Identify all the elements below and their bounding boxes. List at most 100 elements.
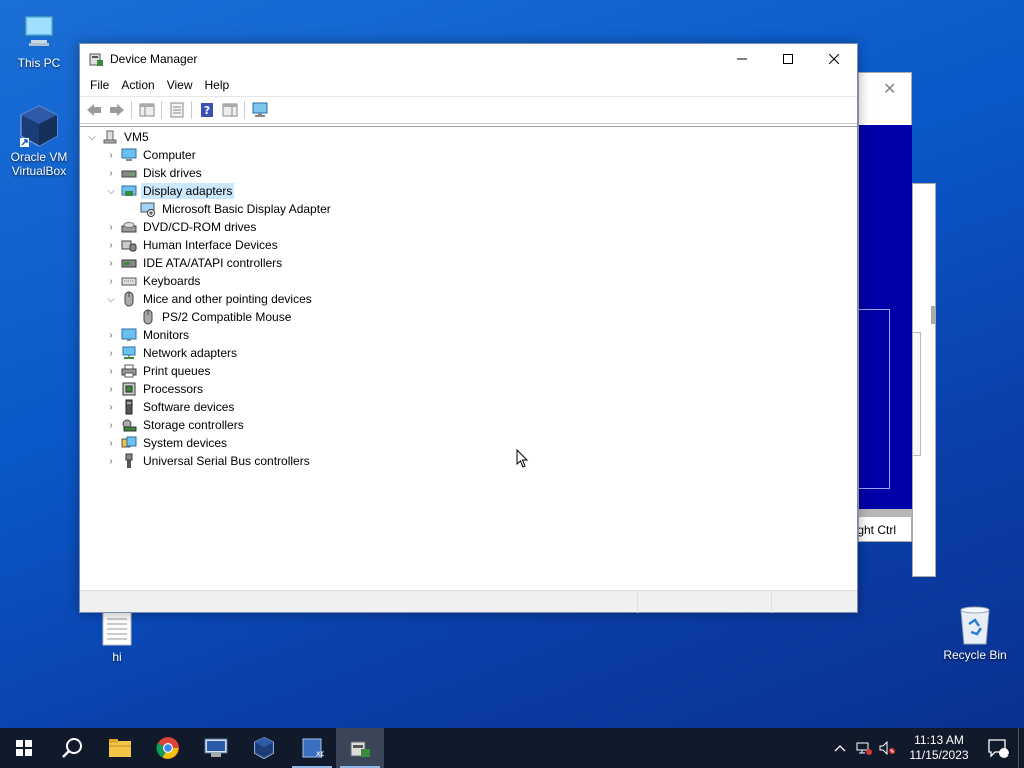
tree-item-print-queues[interactable]: › Print queues bbox=[105, 362, 212, 380]
search-button[interactable] bbox=[48, 728, 96, 768]
close-button[interactable] bbox=[811, 44, 857, 74]
tree-item-dvd-cd-rom-drives[interactable]: › DVD/CD-ROM drives bbox=[105, 218, 258, 236]
scan-hardware-icon[interactable] bbox=[248, 99, 271, 121]
menu-action[interactable]: Action bbox=[115, 74, 160, 96]
status-bar bbox=[80, 590, 857, 613]
chrome-icon bbox=[156, 737, 179, 759]
title-bar[interactable]: Device Manager bbox=[80, 44, 857, 74]
chevron-down-icon[interactable]: ⌵ bbox=[105, 182, 117, 200]
tree-root[interactable]: ⌵ VM5 bbox=[86, 128, 151, 146]
chevron-right-icon[interactable]: › bbox=[105, 164, 117, 182]
tree-item-monitors[interactable]: › Monitors bbox=[105, 326, 191, 344]
chevron-right-icon[interactable]: › bbox=[105, 146, 117, 164]
chevron-right-icon[interactable]: › bbox=[105, 434, 117, 452]
tree-item-processors[interactable]: › Processors bbox=[105, 380, 205, 398]
storage-controller-icon bbox=[121, 417, 137, 433]
tree-item-ps2-compatible-mouse[interactable]: PS/2 Compatible Mouse bbox=[140, 308, 293, 326]
close-icon[interactable]: ✕ bbox=[883, 79, 896, 99]
search-icon bbox=[62, 738, 82, 758]
tree-item-mice-and-other-pointing-devices[interactable]: ⌵ Mice and other pointing devices bbox=[105, 290, 314, 308]
hid-icon bbox=[121, 237, 137, 253]
tree-item-computer[interactable]: › Computer bbox=[105, 146, 198, 164]
desktop-icon-label: This PC bbox=[17, 56, 61, 70]
mouse-cursor-icon bbox=[516, 449, 529, 468]
desktop-icon-virtualbox[interactable]: Oracle VM VirtualBox bbox=[4, 104, 74, 178]
help-icon[interactable]: ? bbox=[195, 99, 218, 121]
system-tray: 11:13 AM 11/15/2023 1 bbox=[828, 728, 1024, 768]
action-center-button[interactable]: 1 bbox=[978, 728, 1018, 768]
chevron-right-icon[interactable]: › bbox=[105, 344, 117, 362]
chevron-right-icon[interactable]: › bbox=[105, 416, 117, 434]
remote-desktop-icon bbox=[204, 738, 228, 757]
menu-help[interactable]: Help bbox=[199, 74, 236, 96]
tree-item-network-adapters[interactable]: › Network adapters bbox=[105, 344, 239, 362]
desktop-icon-this-pc[interactable]: This PC bbox=[4, 10, 74, 70]
menu-file[interactable]: File bbox=[84, 74, 115, 96]
taskbar-vm-xp[interactable]: xp bbox=[288, 728, 336, 768]
chevron-right-icon[interactable]: › bbox=[105, 362, 117, 380]
forward-button[interactable] bbox=[105, 99, 128, 121]
processor-icon bbox=[121, 381, 137, 397]
system-device-icon bbox=[121, 435, 137, 451]
device-manager-window[interactable]: Device Manager File Action View Help ? ⌵… bbox=[79, 43, 858, 613]
properties-icon[interactable] bbox=[165, 99, 188, 121]
maximize-button[interactable] bbox=[765, 44, 811, 74]
menu-view[interactable]: View bbox=[161, 74, 199, 96]
minimize-button[interactable] bbox=[719, 44, 765, 74]
tree-item-system-devices[interactable]: › System devices bbox=[105, 434, 229, 452]
chevron-down-icon[interactable]: ⌵ bbox=[86, 128, 98, 146]
volume-muted-icon[interactable] bbox=[876, 728, 900, 768]
show-hide-console-tree-icon[interactable] bbox=[135, 99, 158, 121]
tree-item-human-interface-devices[interactable]: › Human Interface Devices bbox=[105, 236, 280, 254]
ide-controller-icon bbox=[121, 255, 137, 271]
chevron-right-icon[interactable]: › bbox=[105, 326, 117, 344]
device-tree[interactable]: ⌵ VM5 › Computer › Disk drives ⌵ Display… bbox=[80, 126, 857, 590]
show-hidden-icons-button[interactable] bbox=[828, 728, 852, 768]
background-window-vm[interactable]: ✕ ght Ctrl bbox=[858, 72, 912, 542]
network-status-icon[interactable] bbox=[852, 728, 876, 768]
start-button[interactable] bbox=[0, 728, 48, 768]
clock-date: 11/15/2023 bbox=[909, 748, 969, 762]
desktop-icon-hi[interactable]: hi bbox=[82, 608, 152, 664]
notification-icon bbox=[988, 739, 1009, 758]
chevron-right-icon[interactable]: › bbox=[105, 380, 117, 398]
show-desktop-button[interactable] bbox=[1018, 728, 1024, 768]
tree-item-software-devices[interactable]: › Software devices bbox=[105, 398, 236, 416]
computer-root-icon bbox=[102, 129, 118, 145]
tree-item-microsoft-basic-display-adapter[interactable]: Microsoft Basic Display Adapter bbox=[140, 200, 333, 218]
tree-item-storage-controllers[interactable]: › Storage controllers bbox=[105, 416, 246, 434]
tree-item-disk-drives[interactable]: › Disk drives bbox=[105, 164, 204, 182]
tree-item-keyboards[interactable]: › Keyboards bbox=[105, 272, 202, 290]
back-button[interactable] bbox=[82, 99, 105, 121]
chevron-right-icon[interactable]: › bbox=[105, 236, 117, 254]
virtualbox-icon bbox=[17, 104, 61, 148]
recycle-bin-icon bbox=[953, 602, 997, 646]
chevron-right-icon[interactable]: › bbox=[105, 452, 117, 470]
chevron-down-icon[interactable]: ⌵ bbox=[105, 290, 117, 308]
chevron-right-icon[interactable]: › bbox=[105, 272, 117, 290]
desktop-icon-recycle-bin[interactable]: Recycle Bin bbox=[940, 602, 1010, 662]
taskbar-device-manager[interactable] bbox=[336, 728, 384, 768]
chevron-right-icon[interactable]: › bbox=[105, 254, 117, 272]
display-adapter-icon bbox=[121, 183, 137, 199]
chevron-right-icon[interactable]: › bbox=[105, 398, 117, 416]
scrollbar[interactable] bbox=[931, 306, 935, 324]
svg-text:?: ? bbox=[203, 104, 209, 117]
virtual-machine-xp-icon: xp bbox=[302, 738, 324, 758]
mouse-icon bbox=[140, 309, 156, 325]
vm-status-text: ght Ctrl bbox=[859, 523, 896, 537]
tree-item-usb-controllers[interactable]: › Universal Serial Bus controllers bbox=[105, 452, 312, 470]
background-window-dialog[interactable] bbox=[912, 183, 936, 577]
tree-item-ide-ata-atapi-controllers[interactable]: › IDE ATA/ATAPI controllers bbox=[105, 254, 284, 272]
action-pane-icon[interactable] bbox=[218, 99, 241, 121]
tree-item-display-adapters[interactable]: ⌵ Display adapters bbox=[105, 182, 235, 200]
this-pc-icon bbox=[17, 10, 61, 54]
menu-bar: File Action View Help bbox=[80, 74, 857, 96]
taskbar-chrome[interactable] bbox=[144, 728, 192, 768]
device-manager-icon bbox=[350, 741, 370, 757]
taskbar-file-explorer[interactable] bbox=[96, 728, 144, 768]
chevron-right-icon[interactable]: › bbox=[105, 218, 117, 236]
taskbar-clock[interactable]: 11:13 AM 11/15/2023 bbox=[900, 733, 978, 763]
taskbar-remote-desktop[interactable] bbox=[192, 728, 240, 768]
taskbar-virtualbox[interactable] bbox=[240, 728, 288, 768]
